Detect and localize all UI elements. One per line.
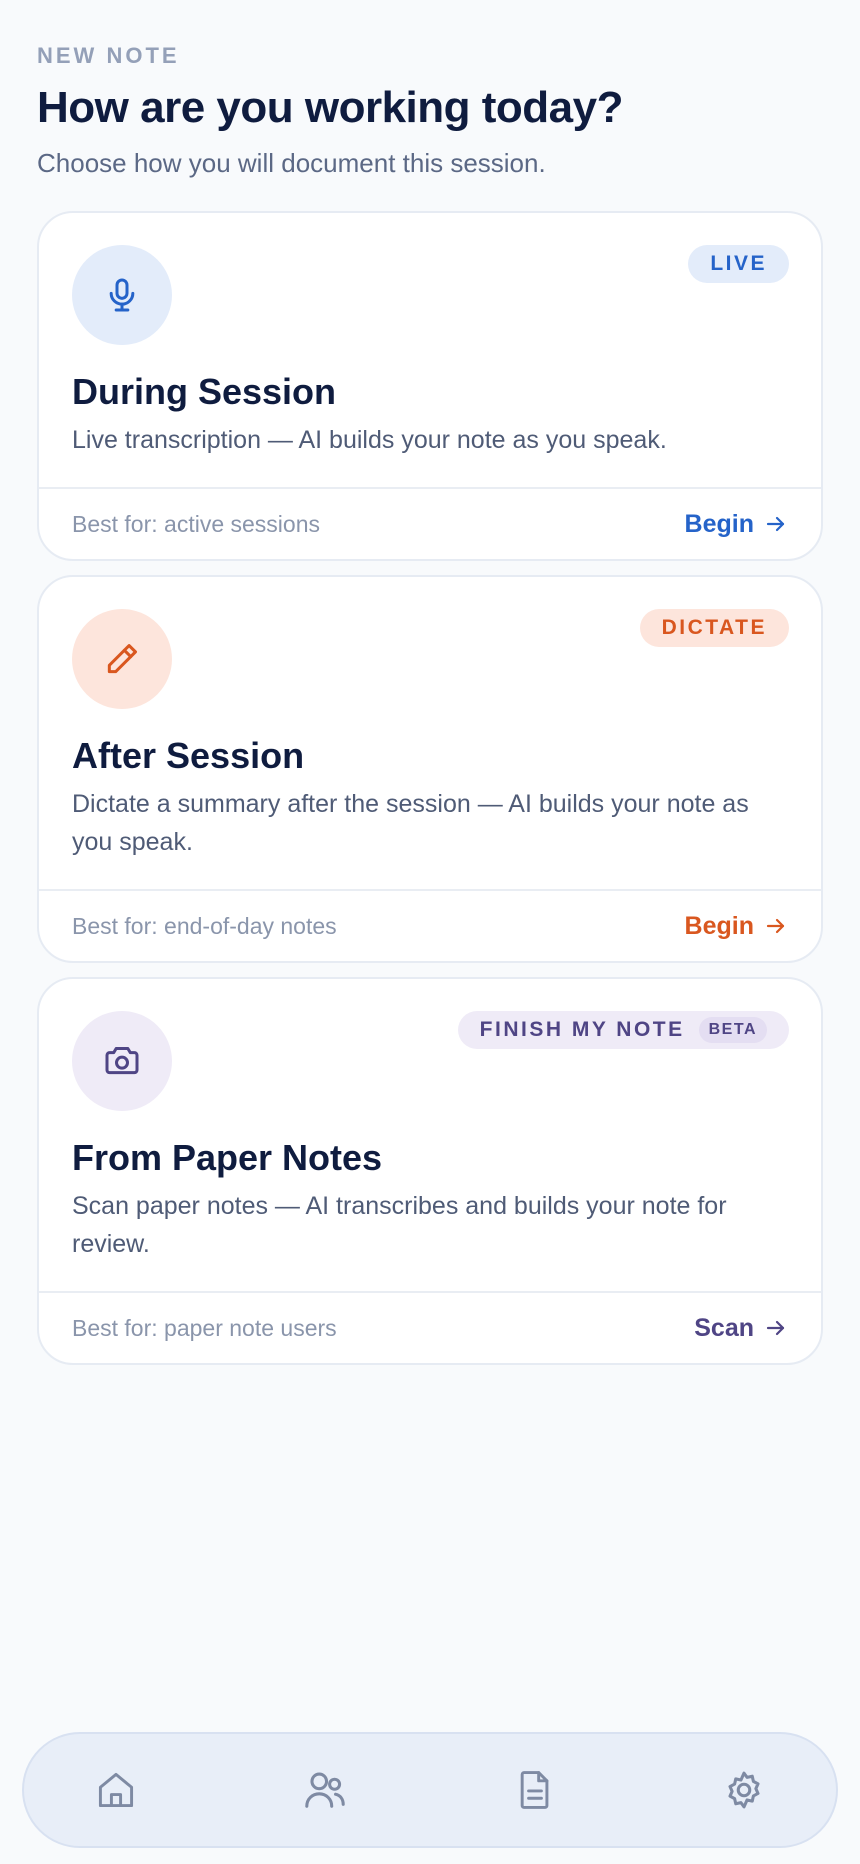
best-for-label: Best for: paper note users [72,1314,337,1341]
action-label: Begin [684,911,754,940]
card-title: From Paper Notes [72,1137,383,1178]
card-from-paper-notes[interactable]: FINISH MY NOTE BETA From Paper Notes Sca… [37,977,823,1365]
nav-settings[interactable] [718,1764,770,1816]
action-label: Scan [694,1313,754,1342]
card-description: Scan paper notes — AI transcribes and bu… [72,1192,727,1258]
arrow-right-icon [766,918,785,934]
page-subtitle: Choose how you will document this sessio… [37,148,546,178]
best-for-label: Best for: active sessions [72,510,320,537]
finish-my-note-badge: FINISH MY NOTE BETA [457,1011,789,1049]
scan-button[interactable]: Scan [694,1314,788,1343]
settings-icon [728,1771,760,1809]
action-label: Begin [684,509,754,538]
best-for-label: Best for: end-of-day notes [72,912,337,939]
camera-icon [72,1011,172,1111]
card-description: Live transcription — AI builds your note… [72,426,667,454]
arrow-right-icon [766,516,785,532]
eyebrow-label: NEW NOTE [37,43,180,68]
live-badge: LIVE [688,245,789,283]
arrow-right-icon [766,1320,785,1336]
microphone-icon [72,245,172,345]
beta-pill: BETA [698,1017,767,1043]
nav-users[interactable] [299,1764,351,1816]
badge-label: DICTATE [661,616,767,639]
card-during-session[interactable]: LIVE During Session Live transcription —… [37,211,823,561]
nav-documents[interactable] [509,1764,561,1816]
begin-button[interactable]: Begin [685,510,788,539]
page-title: How are you working today? [37,83,623,132]
users-icon [305,1772,346,1808]
page-header: NEW NOTE How are you working today? Choo… [37,42,823,180]
nav-home[interactable] [90,1764,142,1816]
begin-button[interactable]: Begin [685,912,788,941]
home-icon [98,1772,134,1808]
bottom-nav [22,1732,838,1848]
card-after-session[interactable]: DICTATE After Session Dictate a summary … [37,575,823,963]
card-description: Dictate a summary after the session — AI… [72,790,749,856]
badge-label: LIVE [710,252,767,275]
pencil-icon [72,609,172,709]
document-icon [520,1771,549,1809]
dictate-badge: DICTATE [639,609,789,647]
card-title: During Session [72,371,337,412]
card-title: After Session [72,735,305,776]
badge-label: FINISH MY NOTE [479,1018,685,1041]
